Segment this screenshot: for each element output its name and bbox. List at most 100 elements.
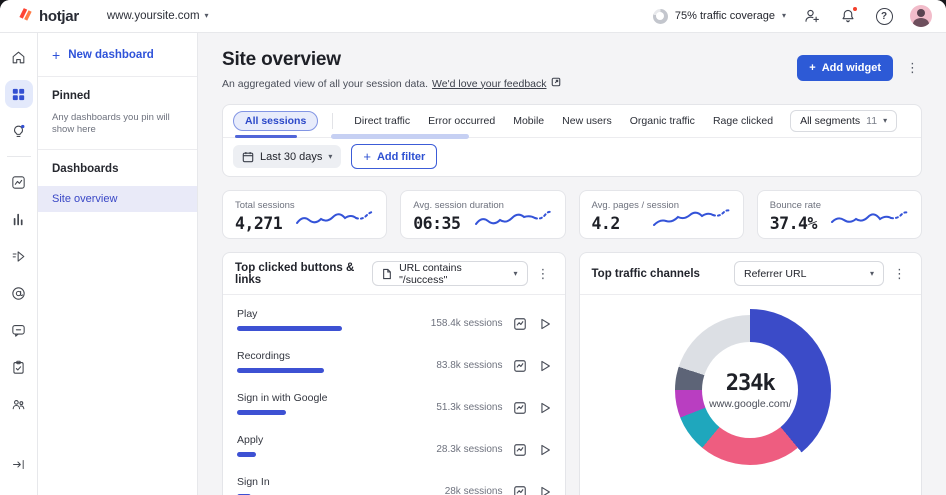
rail-divider <box>6 156 31 157</box>
chart-icon <box>514 401 526 414</box>
tab-rage-clicked[interactable]: Rage clicked <box>704 112 782 130</box>
tabs-divider <box>332 113 334 129</box>
nav-insights[interactable] <box>5 117 33 145</box>
nav-trends[interactable] <box>5 168 33 196</box>
donut-chart-area: 234k www.google.com/ www.google.com/ <box>580 295 922 495</box>
nav-interviews[interactable] <box>5 390 33 418</box>
heatmaps-at-icon <box>12 286 25 300</box>
metric-avg-pages-session[interactable]: Avg. pages / session 4.2 <box>578 190 744 239</box>
collapse-arrow-icon <box>13 459 24 469</box>
app-window: hotjar www.yoursite.com ▾ 75% traffic co… <box>0 0 946 495</box>
top-traffic-title: Top traffic channels <box>591 267 700 280</box>
view-trend-button[interactable] <box>513 442 528 457</box>
all-segments-dropdown[interactable]: All segments 11 ▾ <box>790 110 898 132</box>
top-clicked-menu-button[interactable]: ⋮ <box>534 266 553 282</box>
add-widget-button[interactable]: + Add widget <box>797 55 893 81</box>
date-range-button[interactable]: Last 30 days ▾ <box>233 145 342 168</box>
coverage-ring-icon <box>652 8 668 24</box>
sessions-count: 28.3k sessions <box>436 444 503 455</box>
calendar-icon <box>242 151 254 162</box>
page-header: Site overview An aggregated view of all … <box>222 49 922 90</box>
referrer-dropdown[interactable]: Referrer URL ▾ <box>734 261 884 286</box>
dashboards-panel: + New dashboard Pinned Any dashboards yo… <box>38 33 198 495</box>
play-recordings-button[interactable] <box>538 400 553 415</box>
view-trend-button[interactable] <box>513 400 528 415</box>
site-selector[interactable]: www.yoursite.com ▾ <box>107 10 209 22</box>
metric-bounce-rate[interactable]: Bounce rate 37.4% <box>756 190 922 239</box>
nav-dashboards[interactable] <box>4 80 33 108</box>
add-filter-label: Add filter <box>376 150 426 163</box>
nav-surveys[interactable] <box>5 353 33 381</box>
url-filter-dropdown[interactable]: URL contains "/success" ▾ <box>372 261 528 286</box>
user-avatar[interactable] <box>910 5 932 27</box>
list-item[interactable]: Sign In 28k sessions <box>223 467 565 495</box>
play-recordings-button[interactable] <box>538 316 553 331</box>
donut-chart[interactable]: 234k www.google.com/ <box>669 309 832 471</box>
plus-icon: + <box>809 62 816 74</box>
filter-row: Last 30 days ▾ + Add filter <box>223 138 921 176</box>
chart-icon <box>514 443 526 456</box>
person-add-icon <box>805 9 819 23</box>
clicked-label: Sign in with Google <box>237 392 328 404</box>
main-content: Site overview An aggregated view of all … <box>198 33 946 495</box>
top-traffic-menu-button[interactable]: ⋮ <box>890 266 909 282</box>
view-trend-button[interactable] <box>513 484 528 495</box>
hotjar-logo[interactable]: hotjar <box>16 6 79 26</box>
trends-icon <box>12 175 25 189</box>
add-filter-button[interactable]: + Add filter <box>351 144 438 169</box>
donut-center-value: 234k <box>725 370 776 396</box>
tab-error-occurred[interactable]: Error occurred <box>419 112 504 130</box>
top-clicked-widget: Top clicked buttons & links URL contains… <box>222 252 566 495</box>
sidebar-item-site-overview[interactable]: Site overview <box>38 185 197 212</box>
page-menu-button[interactable]: ⋮ <box>903 60 922 76</box>
clicked-bar <box>237 368 325 373</box>
add-widget-label: Add widget <box>821 62 881 74</box>
tab-organic-traffic[interactable]: Organic traffic <box>621 112 704 130</box>
tab-all-sessions[interactable]: All sessions <box>233 111 319 131</box>
traffic-coverage-menu[interactable]: 75% traffic coverage ▾ <box>652 8 786 24</box>
plus-icon: + <box>52 47 61 63</box>
referrer-value: Referrer URL <box>744 267 807 280</box>
view-trend-button[interactable] <box>513 358 528 373</box>
list-item[interactable]: Play 158.4k sessions <box>223 299 565 341</box>
list-item[interactable]: Recordings 83.8k sessions <box>223 341 565 383</box>
invite-user-button[interactable] <box>802 6 822 26</box>
view-trend-button[interactable] <box>513 316 528 331</box>
nav-feedback[interactable] <box>5 316 33 344</box>
tab-mobile[interactable]: Mobile <box>504 112 553 130</box>
widgets-row: Top clicked buttons & links URL contains… <box>222 252 922 495</box>
play-recordings-button[interactable] <box>538 358 553 373</box>
clicked-label: Apply <box>237 434 264 446</box>
pinned-empty-text: Any dashboards you pin will show here <box>52 112 170 136</box>
tab-new-users[interactable]: New users <box>553 112 621 130</box>
nav-heatmaps[interactable] <box>5 279 33 307</box>
nav-home[interactable] <box>5 43 33 71</box>
feedback-link[interactable]: We'd love your feedback <box>432 78 546 90</box>
new-dashboard-button[interactable]: + New dashboard <box>38 33 197 77</box>
plus-icon: + <box>363 149 371 164</box>
collapse-sidebar-button[interactable] <box>5 450 33 478</box>
metric-total-sessions[interactable]: Total sessions 4,271 <box>222 190 388 239</box>
subtitle-text: An aggregated view of all your session d… <box>222 77 429 90</box>
metric-avg-session-duration[interactable]: Avg. session duration 06:35 <box>400 190 566 239</box>
pinned-section: Pinned Any dashboards you pin will show … <box>38 77 197 150</box>
notifications-button[interactable] <box>838 6 858 26</box>
surveys-clipboard-icon <box>13 360 24 374</box>
chevron-down-icon: ▾ <box>883 116 888 125</box>
active-tab-underline <box>235 135 297 138</box>
sessions-count: 51.3k sessions <box>436 402 503 413</box>
tab-direct-traffic[interactable]: Direct traffic <box>345 112 419 130</box>
nav-recordings[interactable] <box>5 242 33 270</box>
play-recordings-button[interactable] <box>538 442 553 457</box>
list-item[interactable]: Sign in with Google 51.3k sessions <box>223 383 565 425</box>
help-button[interactable]: ? <box>874 6 894 26</box>
tabs-scrollbar-thumb[interactable] <box>331 134 469 139</box>
nav-funnels[interactable] <box>5 205 33 233</box>
funnels-bars-icon <box>13 213 23 225</box>
site-selector-value: www.yoursite.com <box>106 10 200 22</box>
clicked-bar <box>237 410 287 415</box>
top-bar: hotjar www.yoursite.com ▾ 75% traffic co… <box>0 0 946 33</box>
list-item[interactable]: Apply 28.3k sessions <box>223 425 565 467</box>
play-recordings-button[interactable] <box>538 484 553 495</box>
clicked-bar <box>237 326 342 331</box>
